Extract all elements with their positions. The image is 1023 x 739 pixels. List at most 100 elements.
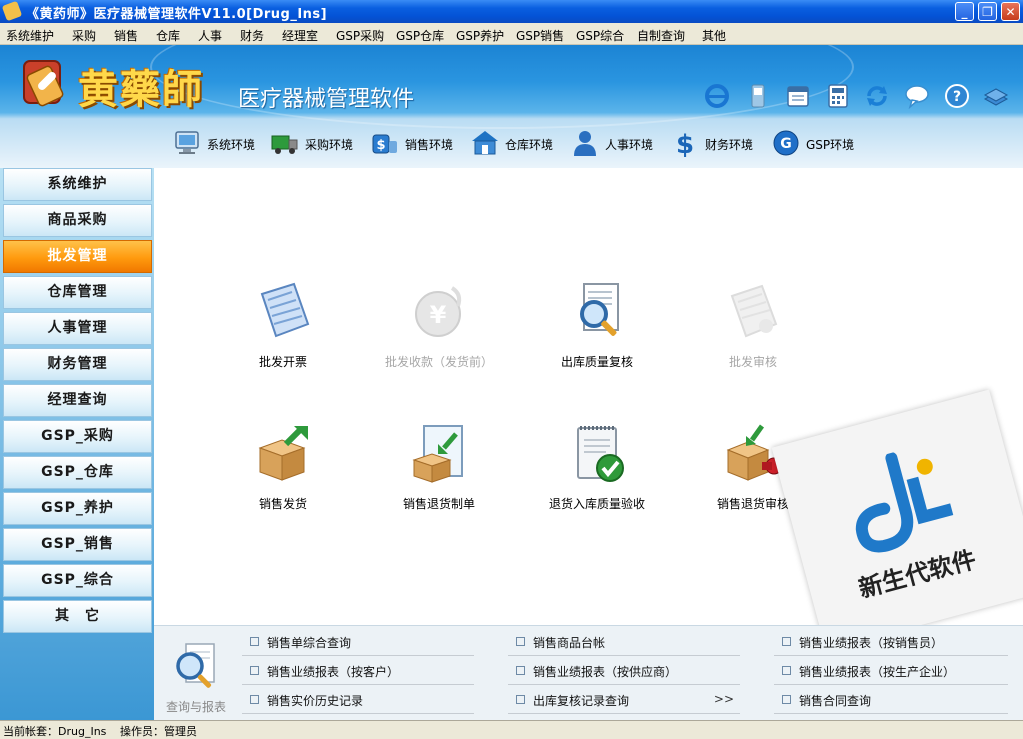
env-gsp-label: GSP环境 <box>806 138 855 152</box>
func-label: 销售发货 <box>258 497 307 511</box>
gsp-icon: G <box>773 130 799 156</box>
link-price-history[interactable]: 销售实价历史记录 <box>242 686 474 714</box>
link-sales-ledger[interactable]: 销售商品台帐 <box>508 628 740 656</box>
menu-sales[interactable]: 销售 <box>114 27 138 44</box>
sidebar: 系统维护 商品采购 批发管理 仓库管理 人事管理 财务管理 经理查询 GSP_采… <box>0 168 154 720</box>
sidebar-item-gsp-warehouse[interactable]: GSP_仓库 <box>3 456 152 489</box>
warehouse-icon <box>472 131 498 155</box>
sidebar-item-manager[interactable]: 经理查询 <box>3 384 152 417</box>
logo-title: 黄藥師 <box>78 66 204 113</box>
ie-icon[interactable] <box>704 83 730 109</box>
bullet-icon <box>516 695 525 704</box>
sidebar-item-other[interactable]: 其 它 <box>3 600 152 633</box>
restore-button[interactable]: ❐ <box>978 2 997 21</box>
func-label: 销售退货制单 <box>402 497 475 511</box>
sidebar-item-personnel[interactable]: 人事管理 <box>3 312 152 345</box>
title-bar: 《黄药师》医疗器械管理软件V11.0[Drug_Ins] _ ❐ ✕ <box>0 0 1023 23</box>
link-text[interactable]: 销售合同查询 <box>799 692 871 709</box>
logo-icon <box>23 60 64 107</box>
sidebar-item-wholesale[interactable]: 批发管理 <box>3 240 152 273</box>
truck-icon <box>271 135 298 154</box>
menu-manager[interactable]: 经理室 <box>282 27 318 44</box>
link-perf-by-supplier[interactable]: 销售业绩报表（按供应商） <box>508 657 740 685</box>
notepad-check-icon <box>577 426 624 482</box>
window-title: 《黄药师》医疗器械管理软件V11.0[Drug_Ins] <box>26 7 328 22</box>
link-perf-by-manufacturer[interactable]: 销售业绩报表（按生产企业） <box>774 657 1008 685</box>
app-icon[interactable] <box>1 0 23 22</box>
menu-purchase[interactable]: 采购 <box>72 27 96 44</box>
bullet-icon <box>250 666 259 675</box>
svg-text:$: $ <box>376 138 385 153</box>
menu-personnel[interactable]: 人事 <box>198 27 222 44</box>
func-label: 批发审核 <box>728 355 777 369</box>
func-sales-ship[interactable]: 销售发货 <box>218 422 338 522</box>
help-icon[interactable]: ? <box>944 83 970 109</box>
books-icon[interactable] <box>983 83 1009 109</box>
link-text[interactable]: 销售单综合查询 <box>267 634 351 651</box>
close-button[interactable]: ✕ <box>1001 2 1020 21</box>
query-report-icon[interactable] <box>172 642 220 692</box>
link-text[interactable]: 销售商品台帐 <box>533 634 605 651</box>
yen-coin-icon: ¥ <box>415 286 462 337</box>
menu-gsp-warehouse[interactable]: GSP仓库 <box>396 27 444 44</box>
func-return-inbound-qc[interactable]: 退货入库质量验收 <box>532 422 652 522</box>
func-label: 出库质量复核 <box>560 355 633 369</box>
svg-text:¥: ¥ <box>430 301 447 329</box>
menu-system[interactable]: 系统维护 <box>6 27 54 44</box>
box-ship-icon <box>258 426 308 481</box>
env-system-label: 系统环境 <box>207 138 256 152</box>
link-text[interactable]: 出库复核记录查询 <box>533 692 629 709</box>
sidebar-item-finance[interactable]: 财务管理 <box>3 348 152 381</box>
minimize-button[interactable]: _ <box>955 2 974 21</box>
link-text[interactable]: 销售业绩报表（按客户） <box>267 663 399 680</box>
bullet-icon <box>250 637 259 646</box>
env-purchase-label: 采购环境 <box>305 138 354 152</box>
bullet-icon <box>782 637 791 646</box>
svg-text:?: ? <box>953 89 961 105</box>
link-outbound-review-query[interactable]: 出库复核记录查询 >> <box>508 686 740 714</box>
menu-warehouse[interactable]: 仓库 <box>156 27 180 44</box>
calculator-icon[interactable] <box>825 83 851 109</box>
refresh-icon[interactable] <box>864 83 890 109</box>
more-link[interactable]: >> <box>714 692 734 706</box>
link-text[interactable]: 销售业绩报表（按生产企业） <box>799 663 955 680</box>
calendar-icon[interactable] <box>785 83 811 109</box>
link-perf-by-customer[interactable]: 销售业绩报表（按客户） <box>242 657 474 685</box>
menu-custom-query[interactable]: 自制查询 <box>637 27 685 44</box>
func-label: 退货入库质量验收 <box>548 497 645 511</box>
phone-icon[interactable] <box>745 83 771 109</box>
link-text[interactable]: 销售业绩报表（按供应商） <box>533 663 677 680</box>
menu-finance[interactable]: 财务 <box>240 27 264 44</box>
menu-other[interactable]: 其他 <box>702 27 726 44</box>
sidebar-item-purchase[interactable]: 商品采购 <box>3 204 152 237</box>
sidebar-item-gsp-sales[interactable]: GSP_销售 <box>3 528 152 561</box>
sidebar-item-gsp-maintenance[interactable]: GSP_养护 <box>3 492 152 525</box>
menu-gsp-general[interactable]: GSP综合 <box>576 27 624 44</box>
link-perf-by-salesperson[interactable]: 销售业绩报表（按销售员） <box>774 628 1008 656</box>
dollar-icon: $ <box>676 130 694 157</box>
menu-gsp-purchase[interactable]: GSP采购 <box>336 27 384 44</box>
sidebar-item-system[interactable]: 系统维护 <box>3 168 152 201</box>
banner: 黄藥師 医疗器械管理软件 ? 系统环境 采购环境 $ 销售环境 仓库环境 人事环… <box>0 45 1023 168</box>
invoice-scroll-icon <box>260 282 310 338</box>
func-outbound-qc[interactable]: 出库质量复核 <box>532 280 652 380</box>
link-text[interactable]: 销售实价历史记录 <box>267 692 363 709</box>
func-sales-return-order[interactable]: 销售退货制单 <box>374 422 494 522</box>
env-warehouse-label: 仓库环境 <box>505 138 554 152</box>
link-sales-contract-query[interactable]: 销售合同查询 <box>774 686 1008 714</box>
func-wholesale-invoice[interactable]: 批发开票 <box>218 280 338 380</box>
bullet-icon <box>782 695 791 704</box>
bullet-icon <box>782 666 791 675</box>
query-label: 查询与报表 <box>166 700 227 714</box>
menu-gsp-sales[interactable]: GSP销售 <box>516 27 564 44</box>
link-text[interactable]: 销售业绩报表（按销售员） <box>799 634 943 651</box>
func-wholesale-receipt: ¥ 批发收款（发货前） <box>374 280 494 380</box>
sidebar-item-warehouse[interactable]: 仓库管理 <box>3 276 152 309</box>
return-document-icon <box>412 425 463 483</box>
menu-gsp-maintenance[interactable]: GSP养护 <box>456 27 504 44</box>
link-sales-order-query[interactable]: 销售单综合查询 <box>242 628 474 656</box>
chat-icon[interactable] <box>904 83 930 109</box>
sidebar-item-gsp-purchase[interactable]: GSP_采购 <box>3 420 152 453</box>
sidebar-item-gsp-general[interactable]: GSP_综合 <box>3 564 152 597</box>
money-cup-icon: $ <box>372 134 397 154</box>
